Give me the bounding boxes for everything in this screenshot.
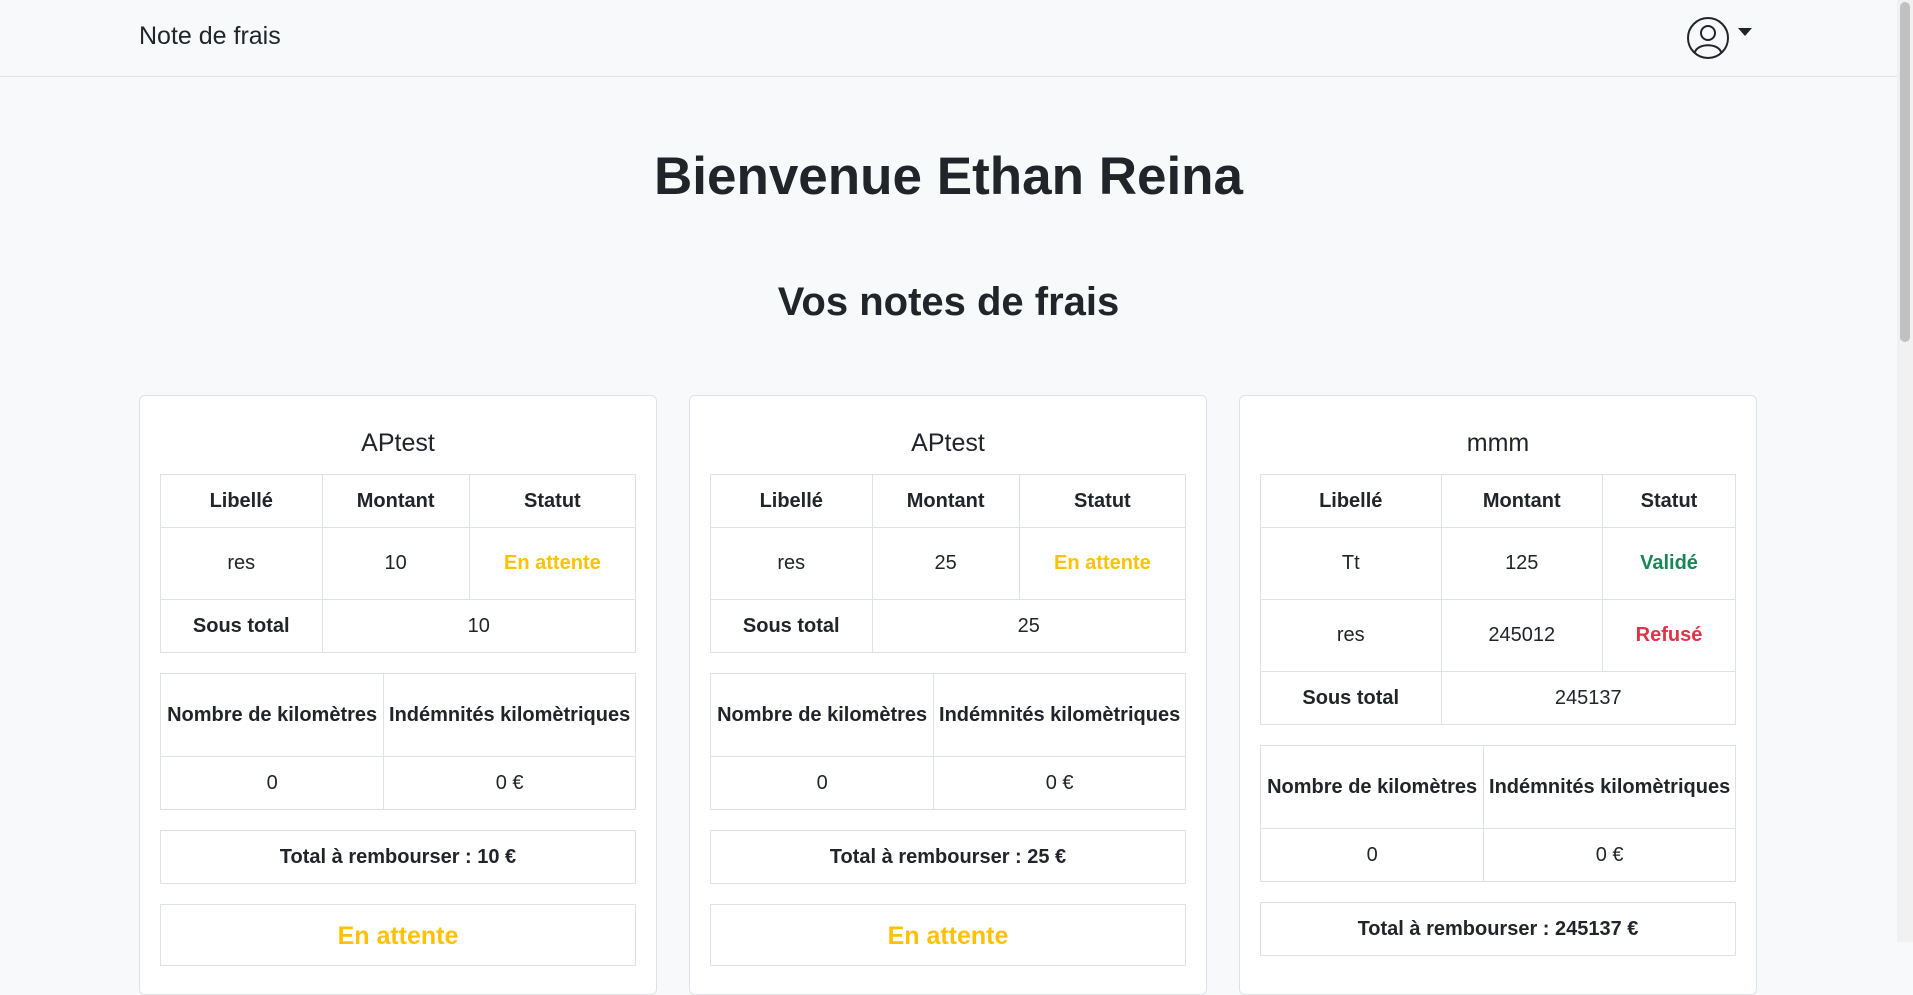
header-statut: Statut [1602,474,1736,528]
indemnites-value: 0 € [933,756,1186,810]
welcome-heading: Bienvenue Ethan Reina [653,147,1244,206]
subtotal-row: Sous total 25 [710,599,1186,653]
cell-montant: 125 [1440,527,1603,600]
km-value: 0 [1259,828,1485,882]
header-montant: Montant [1440,474,1603,528]
expense-table: Libellé Montant Statut res 10 En attente… [160,474,637,653]
table-row: res 245012 Refusé [1260,599,1736,672]
card-title: APtest [361,429,435,457]
expense-table: Libellé Montant Statut Tt 125 Validé res… [1260,474,1736,725]
section-title: Vos notes de frais [777,280,1120,324]
card-title: mmm [1466,429,1530,457]
navbar: Note de frais [0,0,1897,77]
total-table: Total à rembourser : 10 € [160,830,636,884]
subtotal-value: 25 [871,599,1186,653]
user-menu-dropdown[interactable] [1686,16,1752,60]
cell-montant: 10 [321,527,470,600]
total-table: Total à rembourser : 25 € [710,830,1186,884]
table-row: res 25 En attente [710,527,1187,600]
header-libelle: Libellé [1260,474,1442,528]
cell-libelle: Tt [1260,527,1442,600]
subtotal-row: Sous total 245137 [1260,671,1736,725]
header-montant: Montant [871,474,1020,528]
expense-card: APtest Libellé Montant Statut res 10 En … [139,395,657,995]
card-status: En attente [710,904,1186,966]
expense-card: mmm Libellé Montant Statut Tt 125 Validé… [1239,395,1757,995]
cell-libelle: res [710,527,873,600]
cell-statut: En attente [1018,527,1187,600]
header-km: Nombre de kilomètres [1259,745,1485,829]
card-title: APtest [911,429,985,457]
header-indemnites: Indémnités kilomètriques [1483,745,1736,829]
caret-down-icon [1738,28,1752,36]
subtotal-value: 245137 [1440,671,1736,725]
header-statut: Statut [1018,474,1187,528]
km-table: Nombre de kilomètres Indémnités kilomètr… [1259,745,1736,882]
total-table: Total à rembourser : 245137 € [1260,902,1736,956]
total-value: Total à rembourser : 10 € [160,830,636,884]
header-indemnites: Indémnités kilomètriques [933,673,1186,757]
table-row: res 10 En attente [160,527,637,600]
card-status: En attente [160,904,636,966]
indemnites-value: 0 € [383,756,636,810]
header-km: Nombre de kilomètres [709,673,935,757]
subtotal-value: 10 [321,599,636,653]
total-value: Total à rembourser : 245137 € [1260,902,1736,956]
expense-card: APtest Libellé Montant Statut res 25 En … [689,395,1207,995]
subtotal-row: Sous total 10 [160,599,636,653]
header-montant: Montant [321,474,470,528]
header-statut: Statut [468,474,637,528]
scrollbar[interactable] [1897,0,1913,942]
km-table: Nombre de kilomètres Indémnités kilomètr… [159,673,636,810]
subtotal-label: Sous total [710,599,873,653]
cell-statut: En attente [468,527,637,600]
cell-montant: 245012 [1440,599,1603,672]
subtotal-label: Sous total [160,599,323,653]
navbar-brand[interactable]: Note de frais [139,22,281,51]
table-row: Tt 125 Validé [1260,527,1736,600]
cell-montant: 25 [871,527,1020,600]
subtotal-label: Sous total [1260,671,1442,725]
cell-libelle: res [1260,599,1442,672]
header-libelle: Libellé [160,474,323,528]
indemnites-value: 0 € [1483,828,1736,882]
header-indemnites: Indémnités kilomètriques [383,673,636,757]
cell-statut: Refusé [1602,599,1736,672]
km-table: Nombre de kilomètres Indémnités kilomètr… [709,673,1186,810]
scrollbar-thumb[interactable] [1900,2,1910,342]
header-km: Nombre de kilomètres [159,673,385,757]
expense-table: Libellé Montant Statut res 25 En attente… [710,474,1187,653]
header-libelle: Libellé [710,474,873,528]
km-value: 0 [159,756,385,810]
cell-libelle: res [160,527,323,600]
total-value: Total à rembourser : 25 € [710,830,1186,884]
user-circle-icon [1687,17,1729,59]
km-value: 0 [709,756,935,810]
cell-statut: Validé [1602,527,1736,600]
